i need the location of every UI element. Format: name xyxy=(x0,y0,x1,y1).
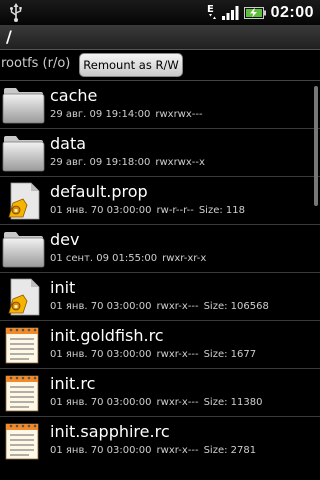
file-name: init.goldfish.rc xyxy=(50,326,164,345)
file-row[interactable]: init.rc 01 янв. 70 03:00:00 rwxr-x--- Size:… xyxy=(0,368,320,416)
file-name: data xyxy=(50,134,87,153)
text-file-icon xyxy=(1,325,45,365)
clock: 02:00 xyxy=(270,3,314,21)
file-size: Size: 106568 xyxy=(203,301,269,312)
signal-strength-icon xyxy=(221,5,239,20)
file-row[interactable]: cache 29 авг. 09 19:14:00 rwxrwx--- xyxy=(0,80,320,128)
status-bar: E 02:00 xyxy=(0,0,320,25)
file-name: dev xyxy=(50,230,80,249)
folder-icon xyxy=(1,85,45,125)
file-perms: rwxr-x--- xyxy=(156,397,199,408)
file-size: Size: 11380 xyxy=(203,397,263,408)
file-perms: rwxr-x--- xyxy=(156,349,199,360)
file-date: 01 янв. 70 03:00:00 xyxy=(50,349,152,360)
file-date: 01 янв. 70 03:00:00 xyxy=(50,397,152,408)
file-name: default.prop xyxy=(50,182,148,201)
file-name: init xyxy=(50,278,76,297)
svg-text:E: E xyxy=(207,4,214,15)
scrollbar[interactable] xyxy=(314,86,318,206)
mount-status-label: rootfs (r/o) xyxy=(1,56,71,71)
file-perms: rwxrwx--x xyxy=(155,157,205,168)
file-perms: rwxr-xr-x xyxy=(162,253,207,264)
file-size: Size: 2781 xyxy=(203,445,257,456)
file-size: Size: 118 xyxy=(198,205,245,216)
file-name: init.rc xyxy=(50,374,96,393)
file-size: Size: 1677 xyxy=(203,349,257,360)
file-details: 01 янв. 70 03:00:00 rwxr-x--- Size: 1677 xyxy=(50,349,261,360)
file-name: cache xyxy=(50,86,98,105)
file-date: 29 авг. 09 19:18:00 xyxy=(50,157,151,168)
folder-icon xyxy=(1,229,45,269)
system-file-icon xyxy=(1,181,45,221)
file-details: 29 авг. 09 19:14:00 rwxrwx--- xyxy=(50,109,208,120)
file-row[interactable]: init.goldfish.rc 01 янв. 70 03:00:00 rwxr-… xyxy=(0,320,320,368)
file-perms: rw-r--r-- xyxy=(156,205,194,216)
current-path: / xyxy=(6,27,12,46)
system-file-icon xyxy=(1,277,45,317)
path-bar: / xyxy=(0,25,320,50)
file-details: 01 янв. 70 03:00:00 rwxr-x--- Size: 2781 xyxy=(50,445,261,456)
file-details: 01 сент. 09 01:55:00 rwxr-xr-x xyxy=(50,253,211,264)
file-list: cache 29 авг. 09 19:14:00 rwxrwx--- data 29… xyxy=(0,80,320,480)
file-row[interactable]: dev 01 сент. 09 01:55:00 rwxr-xr-x xyxy=(0,224,320,272)
text-file-icon xyxy=(1,373,45,413)
battery-charging-icon xyxy=(243,6,266,19)
file-date: 01 янв. 70 03:00:00 xyxy=(50,445,152,456)
data-network-icon: E xyxy=(207,4,216,19)
file-details: 29 авг. 09 19:18:00 rwxrwx--x xyxy=(50,157,210,168)
folder-icon xyxy=(1,133,45,173)
remount-button[interactable]: Remount as R/W xyxy=(79,53,183,77)
file-date: 01 янв. 70 03:00:00 xyxy=(50,301,152,312)
file-row[interactable]: data 29 авг. 09 19:18:00 rwxrwx--x xyxy=(0,128,320,176)
usb-icon xyxy=(10,3,22,22)
file-details: 01 янв. 70 03:00:00 rwxr-x--- Size: 106568 xyxy=(50,301,274,312)
text-file-icon xyxy=(1,421,45,461)
file-row[interactable]: init 01 янв. 70 03:00:00 rwxr-x--- Size: 10… xyxy=(0,272,320,320)
file-perms: rwxr-x--- xyxy=(156,445,199,456)
file-perms: rwxrwx--- xyxy=(155,109,203,120)
file-date: 29 авг. 09 19:14:00 xyxy=(50,109,151,120)
file-row[interactable]: init.sapphire.rc 01 янв. 70 03:00:00 rwxr-… xyxy=(0,416,320,464)
file-perms: rwxr-x--- xyxy=(156,301,199,312)
file-date: 01 сент. 09 01:55:00 xyxy=(50,253,158,264)
file-name: init.sapphire.rc xyxy=(50,422,170,441)
file-date: 01 янв. 70 03:00:00 xyxy=(50,205,152,216)
file-details: 01 янв. 70 03:00:00 rwxr-x--- Size: 11380 xyxy=(50,397,267,408)
file-details: 01 янв. 70 03:00:00 rw-r--r-- Size: 118 xyxy=(50,205,250,216)
file-row[interactable]: default.prop 01 янв. 70 03:00:00 rw-r--r--… xyxy=(0,176,320,224)
